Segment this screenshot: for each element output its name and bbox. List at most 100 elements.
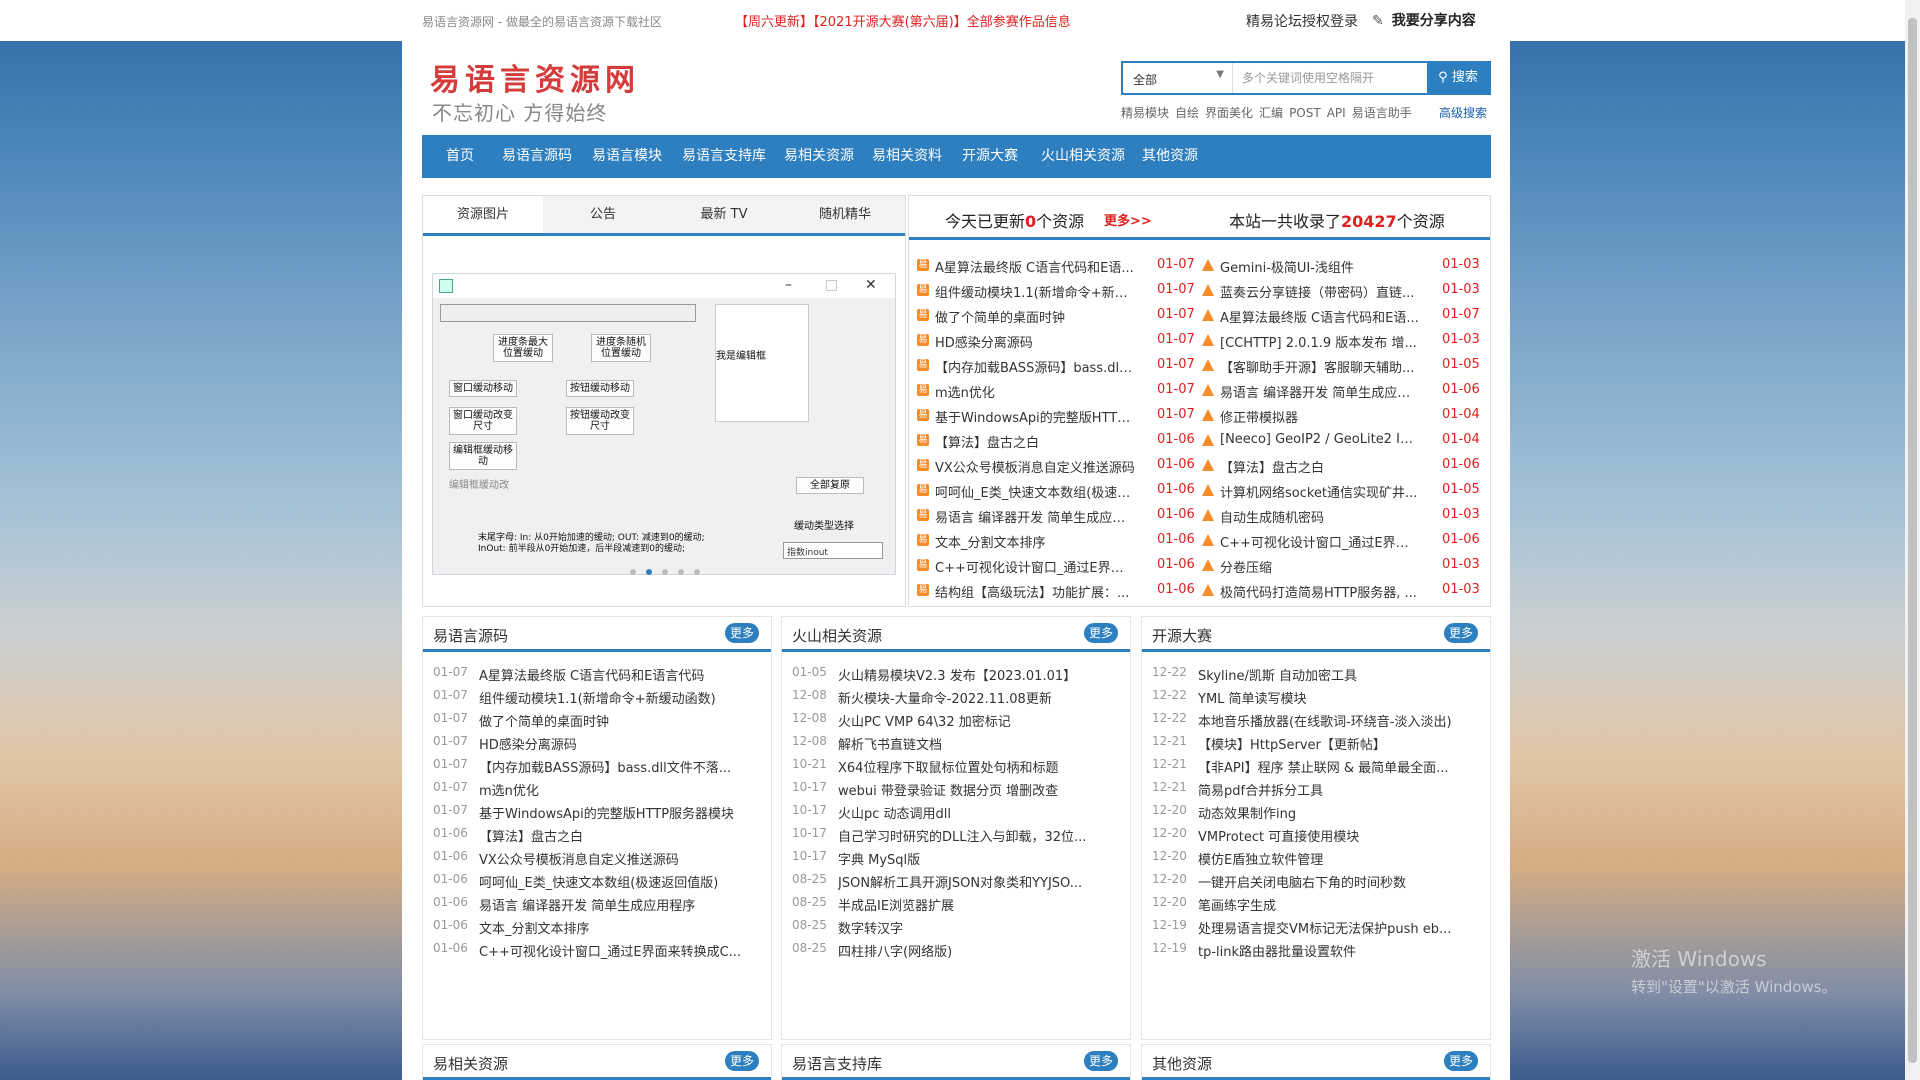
list-item[interactable]: 12-20 笔画练字生成 [1152, 895, 1482, 917]
search-input[interactable] [1234, 63, 1429, 93]
panel-title[interactable]: 开源大赛 [1152, 625, 1212, 646]
item-title[interactable]: 【算法】盘古之白 [479, 826, 763, 845]
news-item[interactable]: 【客聊助手开源】客服聊天辅助... 01-05 [1202, 357, 1487, 382]
news-title[interactable]: 分卷压缩 [1220, 557, 1420, 576]
news-item[interactable]: 易结构组【高级玩法】功能扩展：... 01-06 [917, 582, 1202, 607]
news-item[interactable]: 易【算法】盘古之白 01-06 [917, 432, 1202, 457]
news-item[interactable]: [Neeco] GeoIP2 / GeoLite2 IPV... 01-04 [1202, 432, 1487, 457]
item-title[interactable]: 数字转汉字 [838, 918, 1122, 937]
news-title[interactable]: 【客聊助手开源】客服聊天辅助... [1220, 357, 1420, 376]
share-content-link[interactable]: ✎ 我要分享内容 [1372, 10, 1476, 30]
item-title[interactable]: 动态效果制作ing [1198, 803, 1482, 822]
list-item[interactable]: 01-06 易语言 编译器开发 简单生成应用程序 [433, 895, 763, 917]
news-item[interactable]: C++可视化设计窗口_通过E界面... 01-06 [1202, 532, 1487, 557]
list-item[interactable]: 01-06 VX公众号模板消息自定义推送源码 [433, 849, 763, 871]
item-title[interactable]: 做了个简单的桌面时钟 [479, 711, 763, 730]
item-title[interactable]: YML 简单读写模块 [1198, 688, 1482, 707]
item-title[interactable]: tp-link路由器批量设置软件 [1198, 941, 1482, 960]
item-title[interactable]: X64位程序下取鼠标位置处句柄和标题 [838, 757, 1122, 776]
item-title[interactable]: 本地音乐播放器(在线歌词-环绕音-淡入淡出) [1198, 711, 1482, 730]
panel-title[interactable]: 易语言源码 [433, 625, 508, 646]
panel-title[interactable]: 易相关资源 [433, 1053, 508, 1074]
news-title[interactable]: HD感染分离源码 [935, 332, 1135, 351]
list-item[interactable]: 10-17 自己学习时研究的DLL注入与卸载，32位... [792, 826, 1122, 848]
news-title[interactable]: Gemini-极简UI-浅组件 [1220, 257, 1420, 276]
hot-keyword[interactable]: 界面美化 [1205, 106, 1253, 120]
hot-keyword[interactable]: 自绘 [1175, 106, 1199, 120]
nav-item-related-doc[interactable]: 易相关资料 [872, 135, 942, 178]
list-item[interactable]: 12-21 【模块】HttpServer【更新帖】 [1152, 734, 1482, 756]
news-title[interactable]: 做了个简单的桌面时钟 [935, 307, 1135, 326]
item-title[interactable]: Skyline/凯斯 自动加密工具 [1198, 665, 1482, 684]
news-title[interactable]: m选n优化 [935, 382, 1135, 401]
news-item[interactable]: 自动生成随机密码 01-03 [1202, 507, 1487, 532]
notice-link[interactable]: 【周六更新】【2021开源大赛(第六届)】全部参赛作品信息 [735, 11, 1071, 30]
news-item[interactable]: 【算法】盘古之白 01-06 [1202, 457, 1487, 482]
list-item[interactable]: 10-17 火山pc 动态调用dll [792, 803, 1122, 825]
news-title[interactable]: 自动生成随机密码 [1220, 507, 1420, 526]
hot-keyword[interactable]: POST [1289, 106, 1321, 120]
news-item[interactable]: 蓝奏云分享链接（带密码）直链... 01-03 [1202, 282, 1487, 307]
news-item[interactable]: 易基于WindowsApi的完整版HTTP... 01-07 [917, 407, 1202, 432]
item-title[interactable]: HD感染分离源码 [479, 734, 763, 753]
slide-screenshot[interactable]: – □ ✕ 我是编辑框 进度条最大位置缓动 进度条随机位置缓动 窗口缓动移动 按… [432, 273, 896, 575]
slide-dot[interactable] [662, 569, 668, 575]
news-item[interactable]: 易呵呵仙_E类_快速文本数组(极速返... 01-06 [917, 482, 1202, 507]
slide-dot[interactable] [630, 569, 636, 575]
more-button[interactable]: 更多 [1084, 623, 1118, 643]
news-title[interactable]: 易语言 编译器开发 简单生成应用... [1220, 382, 1420, 401]
list-item[interactable]: 01-07 做了个简单的桌面时钟 [433, 711, 763, 733]
slide-dot[interactable] [646, 569, 652, 575]
news-item[interactable]: 易文本_分割文本排序 01-06 [917, 532, 1202, 557]
list-item[interactable]: 12-20 VMProtect 可直接使用模块 [1152, 826, 1482, 848]
news-title[interactable]: 蓝奏云分享链接（带密码）直链... [1220, 282, 1420, 301]
list-item[interactable]: 12-22 本地音乐播放器(在线歌词-环绕音-淡入淡出) [1152, 711, 1482, 733]
slide-dot[interactable] [678, 569, 684, 575]
news-item[interactable]: [CCHTTP] 2.0.1.9 版本发布 增... 01-03 [1202, 332, 1487, 357]
news-title[interactable]: A星算法最终版 C语言代码和E语... [935, 257, 1135, 276]
news-item[interactable]: 易 A星算法最终版 C语言代码和E语... 01-07 [917, 257, 1202, 282]
list-item[interactable]: 08-25 半成品IE浏览器扩展 [792, 895, 1122, 917]
news-title[interactable]: 基于WindowsApi的完整版HTTP... [935, 407, 1135, 426]
news-item[interactable]: 易 C++可视化设计窗口_通过E界面... 01-06 [917, 557, 1202, 582]
news-item[interactable]: 极简代码打造简易HTTP服务器, ... 01-03 [1202, 582, 1487, 607]
nav-item-other[interactable]: 其他资源 [1142, 135, 1198, 178]
news-title[interactable]: 文本_分割文本排序 [935, 532, 1135, 551]
list-item[interactable]: 12-20 模仿E盾独立软件管理 [1152, 849, 1482, 871]
more-button[interactable]: 更多 [1444, 623, 1478, 643]
news-title[interactable]: [Neeco] GeoIP2 / GeoLite2 IPV... [1220, 432, 1420, 447]
item-title[interactable]: 易语言 编译器开发 简单生成应用程序 [479, 895, 763, 914]
news-title[interactable]: 呵呵仙_E类_快速文本数组(极速返... [935, 482, 1135, 501]
item-title[interactable]: 处理易语言提交VM标记无法保护push eb... [1198, 918, 1482, 937]
list-item[interactable]: 08-25 JSON解析工具开源JSON对象类和YYJSO... [792, 872, 1122, 894]
hot-keyword[interactable]: API [1327, 106, 1346, 120]
item-title[interactable]: 新火模块-大量命令-2022.11.08更新 [838, 688, 1122, 707]
item-title[interactable]: m选n优化 [479, 780, 763, 799]
news-title[interactable]: 修正带模拟器 [1220, 407, 1420, 426]
news-title[interactable]: [CCHTTP] 2.0.1.9 版本发布 增... [1220, 332, 1420, 351]
list-item[interactable]: 12-08 火山PC VMP 64\32 加密标记 [792, 711, 1122, 733]
list-item[interactable]: 01-06 文本_分割文本排序 [433, 918, 763, 940]
news-title[interactable]: 【内存加载BASS源码】bass.dll... [935, 357, 1135, 376]
slide-dot[interactable] [694, 569, 700, 575]
tab-images[interactable]: 资源图片 [423, 196, 543, 233]
list-item[interactable]: 01-07 HD感染分离源码 [433, 734, 763, 756]
item-title[interactable]: A星算法最终版 C语言代码和E语言代码 [479, 665, 763, 684]
news-item[interactable]: 易易语言 编译器开发 简单生成应用... 01-06 [917, 507, 1202, 532]
news-item[interactable]: 易 HD感染分离源码 01-07 [917, 332, 1202, 357]
news-item[interactable]: 易 VX公众号模板消息自定义推送源码 01-06 [917, 457, 1202, 482]
item-title[interactable]: 基于WindowsApi的完整版HTTP服务器模块 [479, 803, 763, 822]
item-title[interactable]: 一键开启关闭电脑右下角的时间秒数 [1198, 872, 1482, 891]
list-item[interactable]: 12-08 新火模块-大量命令-2022.11.08更新 [792, 688, 1122, 710]
item-title[interactable]: 简易pdf合并拆分工具 [1198, 780, 1482, 799]
list-item[interactable]: 01-06 呵呵仙_E类_快速文本数组(极速返回值版) [433, 872, 763, 894]
news-item[interactable]: 易【内存加载BASS源码】bass.dll... 01-07 [917, 357, 1202, 382]
news-item[interactable]: 易组件缓动模块1.1(新增命令+新缓... 01-07 [917, 282, 1202, 307]
item-title[interactable]: 火山PC VMP 64\32 加密标记 [838, 711, 1122, 730]
item-title[interactable]: 【非API】程序 禁止联网 & 最简单最全面... [1198, 757, 1482, 776]
nav-item-home[interactable]: 首页 [446, 135, 474, 178]
list-item[interactable]: 12-20 动态效果制作ing [1152, 803, 1482, 825]
news-title[interactable]: 组件缓动模块1.1(新增命令+新缓... [935, 282, 1135, 301]
item-title[interactable]: VMProtect 可直接使用模块 [1198, 826, 1482, 845]
list-item[interactable]: 01-07 【内存加载BASS源码】bass.dll文件不落... [433, 757, 763, 779]
